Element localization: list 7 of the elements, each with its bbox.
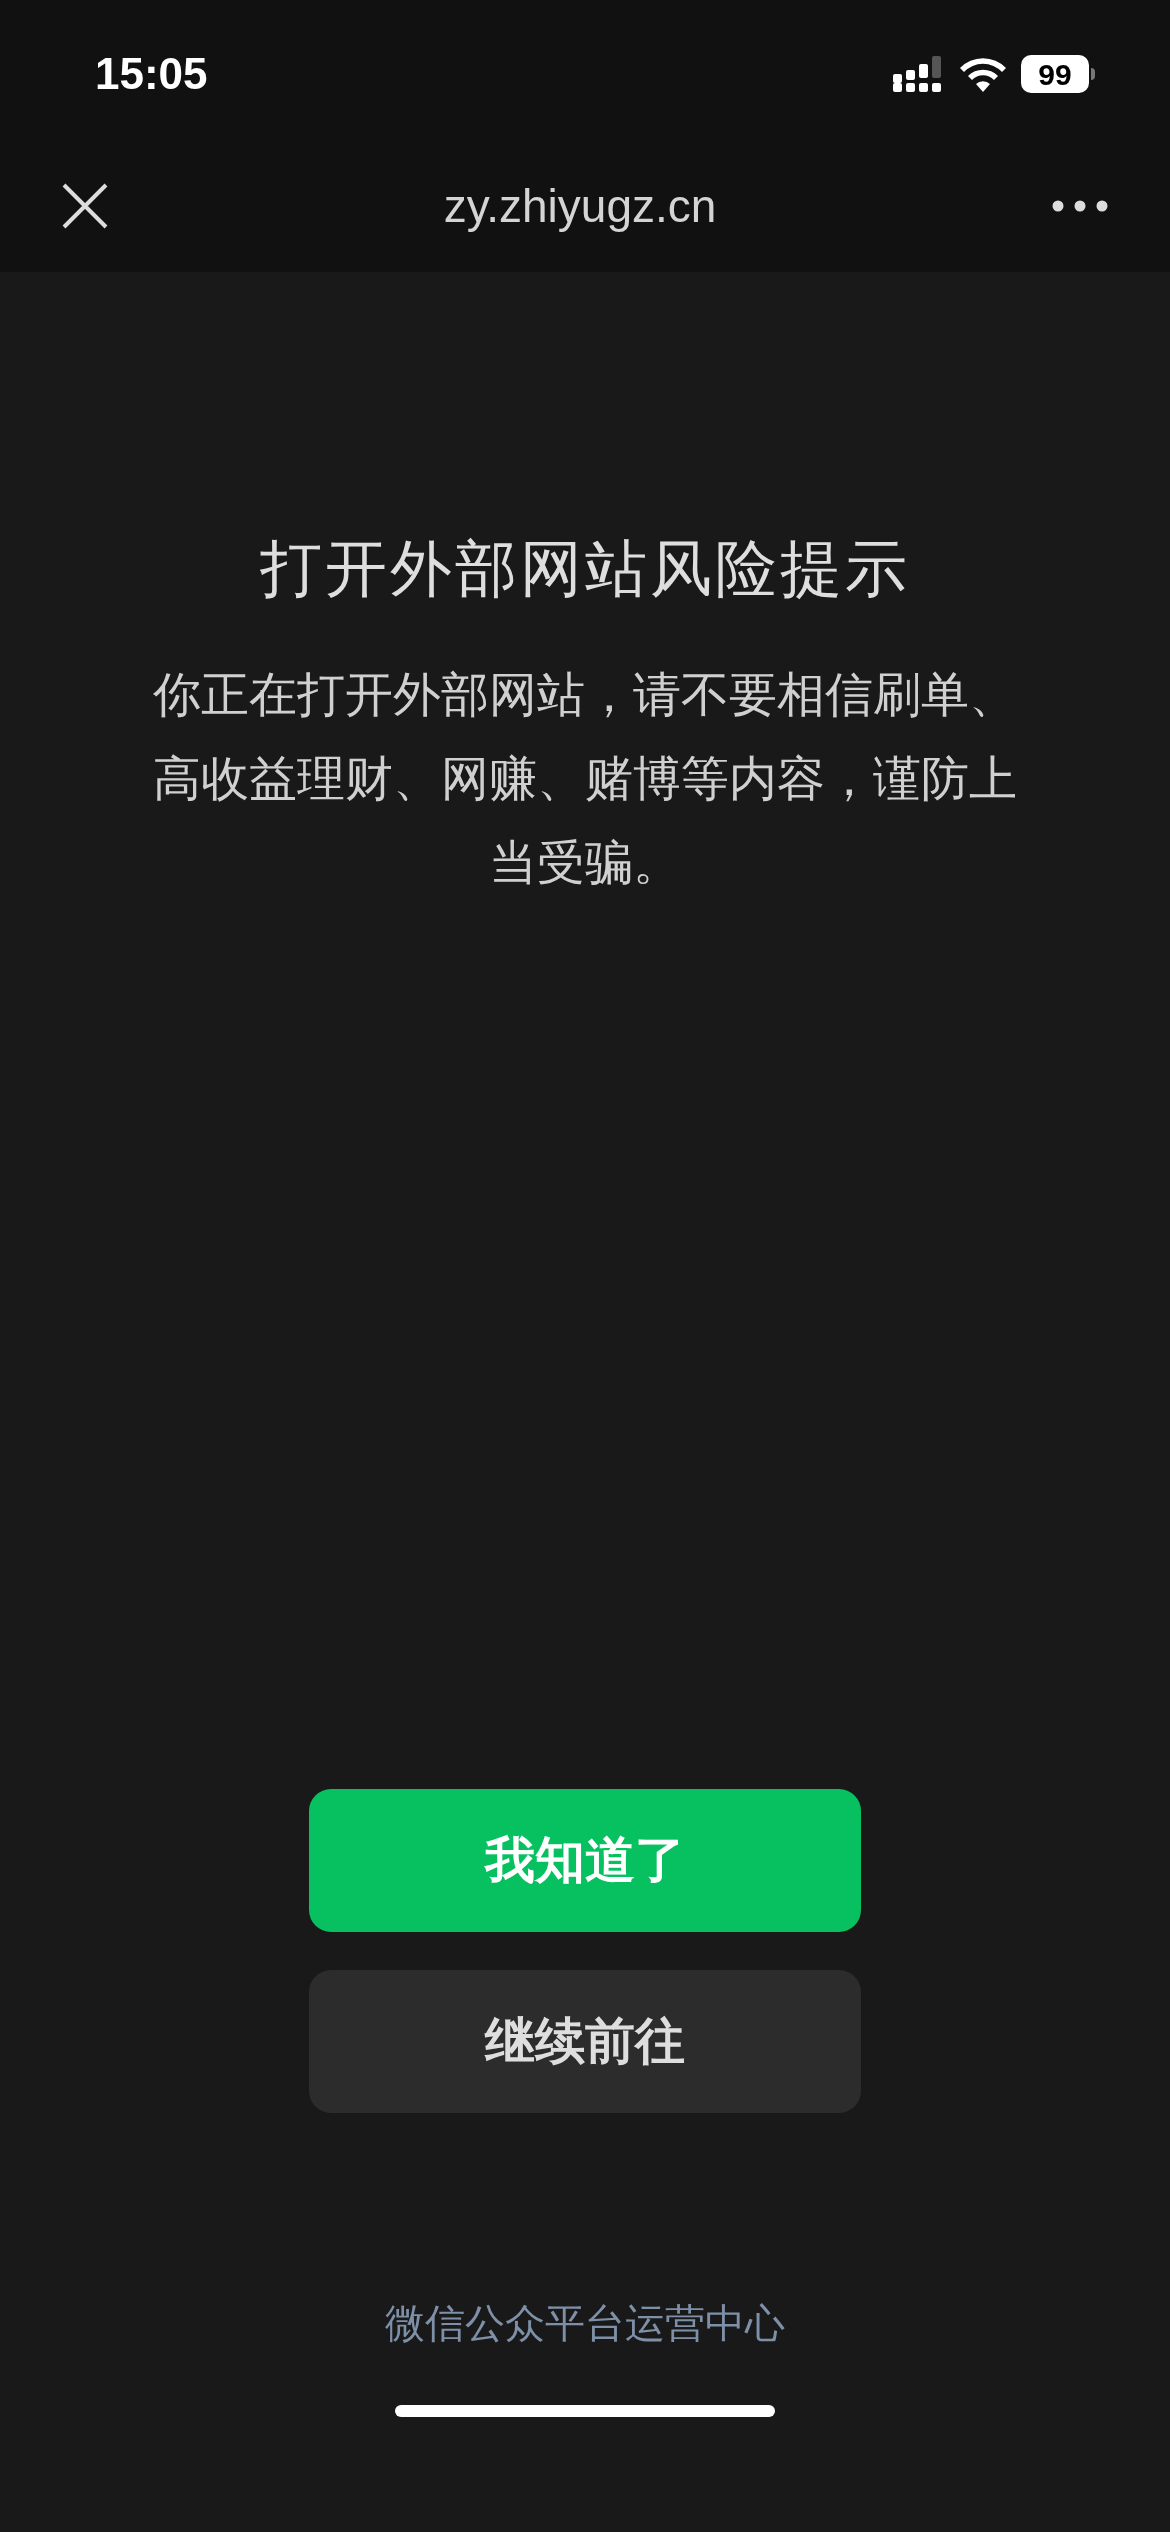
footer-text: 微信公众平台运营中心 bbox=[385, 2300, 785, 2347]
battery-level: 99 bbox=[1021, 55, 1089, 93]
notice-message: 你正在打开外部网站，请不要相信刷单、高收益理财、网赚、赌博等内容，谨防上当受骗。 bbox=[152, 667, 1018, 891]
page-url: zy.zhiyugz.cn bbox=[443, 178, 717, 234]
continue-button[interactable]: 继续前往 bbox=[309, 1970, 861, 2113]
notice-title: 打开外部网站风险提示 bbox=[260, 533, 910, 605]
status-time: 15:05 bbox=[95, 48, 208, 100]
